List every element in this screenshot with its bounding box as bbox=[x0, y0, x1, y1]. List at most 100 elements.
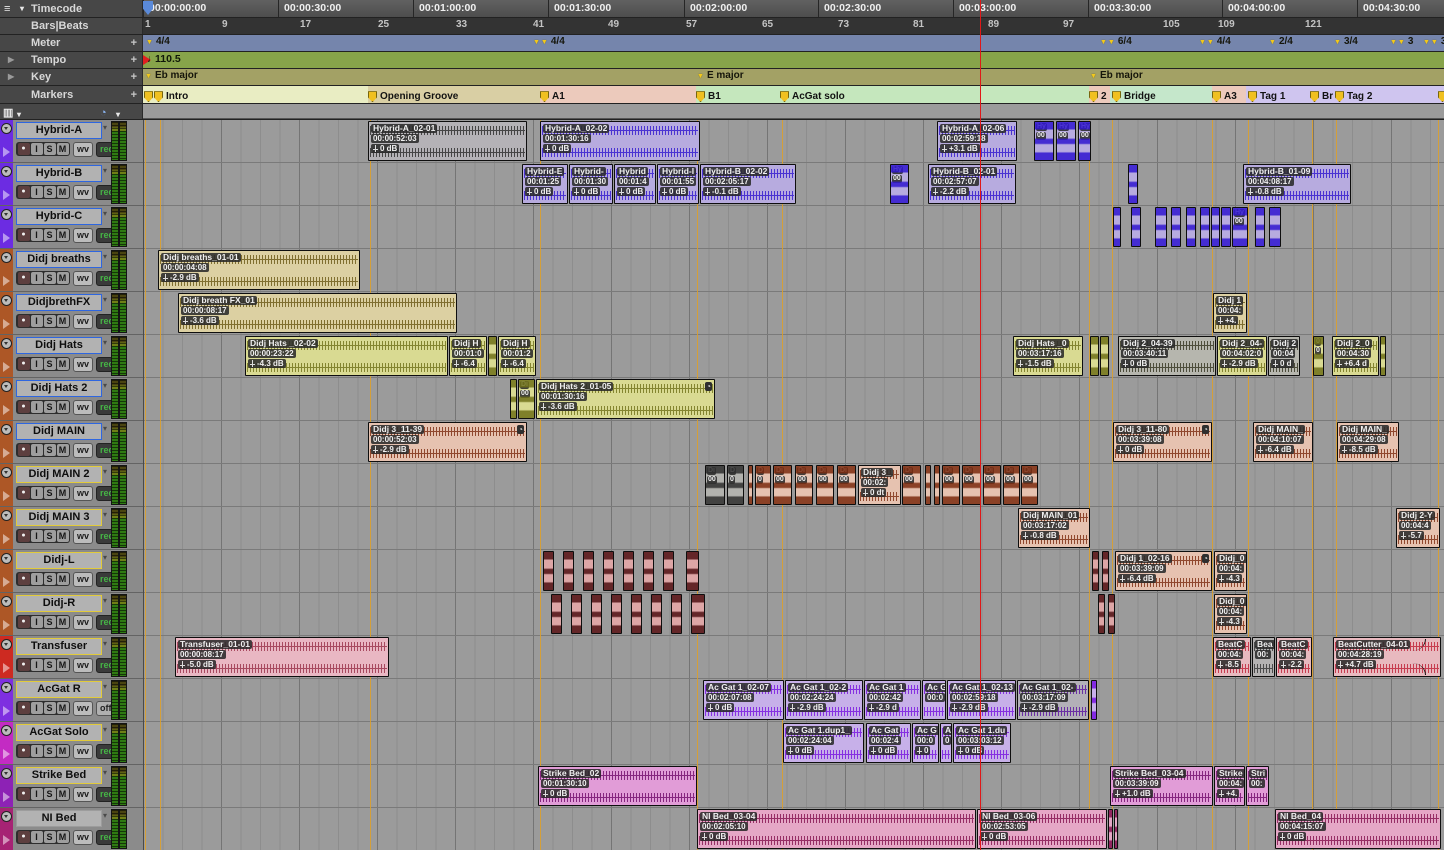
track-menu-icon[interactable]: ▾ bbox=[103, 811, 107, 820]
track-play-icon[interactable] bbox=[3, 405, 10, 415]
track-name-button[interactable]: AcGat R bbox=[16, 681, 102, 698]
meter-event[interactable]: ▼▼3 bbox=[1390, 36, 1413, 47]
audio-clip[interactable]: BeatC00:04:-2.2 bbox=[1276, 637, 1312, 677]
audio-clip[interactable]: Hybrid-B_02-0100:02:57:07-2.2 dB bbox=[928, 164, 1016, 204]
track-name-button[interactable]: Didj-R bbox=[16, 595, 102, 612]
track-menu-icon[interactable]: ▾ bbox=[103, 467, 107, 476]
audio-clip[interactable]: Didj 200:040 d bbox=[1268, 336, 1300, 376]
solo-button[interactable]: S bbox=[44, 702, 56, 714]
marker-tag-icon[interactable] bbox=[144, 91, 153, 102]
track-menu-icon[interactable]: ▾ bbox=[103, 338, 107, 347]
mute-button[interactable]: M bbox=[57, 315, 69, 327]
playhead-cursor[interactable] bbox=[980, 0, 981, 850]
input-monitor-button[interactable]: I bbox=[31, 487, 43, 499]
key-event[interactable]: ▼Eb major bbox=[1090, 70, 1143, 81]
track-menu-icon[interactable]: ▾ bbox=[103, 209, 107, 218]
audio-clip[interactable]: Ac Gat 1_02-200:02:24:24-2.9 dB bbox=[785, 680, 863, 720]
track-play-icon[interactable] bbox=[3, 835, 10, 845]
audio-clip-mini[interactable]: Di00 bbox=[1021, 465, 1038, 505]
waveform-view-button[interactable]: wv bbox=[73, 142, 93, 157]
audio-clip[interactable]: Didj breath FX_0100:00:08:17-3.6 dB bbox=[178, 293, 457, 333]
track-play-icon[interactable] bbox=[3, 362, 10, 372]
input-monitor-button[interactable]: I bbox=[31, 788, 43, 800]
track-menu-icon[interactable]: ▾ bbox=[103, 553, 107, 562]
audio-clip-mini[interactable] bbox=[611, 594, 622, 634]
meter-event[interactable]: ▼▼4/4 bbox=[1199, 36, 1231, 47]
input-monitor-button[interactable]: I bbox=[31, 186, 43, 198]
solo-button[interactable]: S bbox=[44, 659, 56, 671]
track-name-button[interactable]: Didj MAIN 2 bbox=[16, 466, 102, 483]
track-play-icon[interactable] bbox=[3, 233, 10, 243]
audio-clip-mini[interactable]: Hy00 bbox=[1034, 121, 1054, 161]
marker[interactable]: B1 bbox=[696, 88, 721, 103]
input-monitor-button[interactable]: I bbox=[31, 272, 43, 284]
audio-clip[interactable]: Ac Gat00:02:40 dB bbox=[866, 723, 911, 763]
track-collapse-icon[interactable] bbox=[1, 811, 12, 822]
record-enable-button[interactable]: ● bbox=[18, 702, 30, 714]
track-menu-icon[interactable]: ▾ bbox=[103, 510, 107, 519]
audio-clip-mini[interactable] bbox=[1171, 207, 1181, 247]
audio-clip[interactable]: Ac Gat 1.dup1_00:02:24:040 dB bbox=[783, 723, 864, 763]
audio-clip-mini[interactable] bbox=[686, 551, 699, 591]
audio-clip[interactable]: Hybrid00:01:40 dB bbox=[614, 164, 656, 204]
track-play-icon[interactable] bbox=[3, 448, 10, 458]
track-name-button[interactable]: Hybrid-C bbox=[16, 208, 102, 225]
audio-clip-mini[interactable] bbox=[643, 551, 654, 591]
audio-clip[interactable]: Didj_000:04:-4.3 bbox=[1214, 594, 1247, 634]
marker[interactable]: Tag 1 bbox=[1248, 88, 1285, 103]
audio-clip-mini[interactable] bbox=[1092, 551, 1099, 591]
track-lane[interactable]: Strike Bed_0200:01:30:100 dBStrike Bed_0… bbox=[143, 765, 1444, 808]
solo-button[interactable]: S bbox=[44, 272, 56, 284]
track-collapse-icon[interactable] bbox=[1, 338, 12, 349]
audio-clip-mini[interactable] bbox=[691, 594, 705, 634]
audio-clip-mini[interactable] bbox=[591, 594, 602, 634]
track-collapse-icon[interactable] bbox=[1, 768, 12, 779]
audio-clip-mini[interactable]: Hy00 bbox=[1078, 121, 1091, 161]
key-expander-icon[interactable]: ▶ bbox=[8, 69, 14, 85]
audio-clip[interactable]: Ac Gat 1_02-1300:02:59:18-2.9 dB bbox=[947, 680, 1016, 720]
add-key-button[interactable]: + bbox=[131, 69, 137, 85]
input-monitor-button[interactable]: I bbox=[31, 530, 43, 542]
input-monitor-button[interactable]: I bbox=[31, 616, 43, 628]
record-enable-button[interactable]: ● bbox=[18, 788, 30, 800]
audio-clip-mini[interactable] bbox=[1186, 207, 1196, 247]
waveform-view-button[interactable]: wv bbox=[73, 658, 93, 673]
marker-tag-icon[interactable] bbox=[1335, 91, 1344, 102]
track-play-icon[interactable] bbox=[3, 792, 10, 802]
waveform-view-button[interactable]: wv bbox=[73, 228, 93, 243]
audio-clip[interactable]: Ac G00:00 bbox=[912, 723, 939, 763]
audio-clip[interactable]: Didj 2-Y00:04:4-5.7 bbox=[1396, 508, 1440, 548]
audio-clip-mini[interactable]: Di00 bbox=[983, 465, 1001, 505]
audio-clip-mini[interactable] bbox=[1200, 207, 1210, 247]
audio-clip-mini[interactable] bbox=[671, 594, 682, 634]
audio-clip-mini[interactable] bbox=[663, 551, 674, 591]
audio-clip[interactable]: Didj 3_11-3900:00:52:03-2.9 dB◔ bbox=[368, 422, 527, 462]
track-lane[interactable]: Didj Hats _02-0200:00:23:22-4.3 dBDidj H… bbox=[143, 335, 1444, 378]
waveform-view-button[interactable]: wv bbox=[73, 529, 93, 544]
audio-clip-mini[interactable] bbox=[1380, 336, 1386, 376]
audio-clip-mini[interactable] bbox=[1113, 207, 1121, 247]
marker[interactable]: Tag 2 bbox=[1335, 88, 1372, 103]
track-lane[interactable]: Hybrid-E00:01:250 dBHybrid-00:01:300 dBH… bbox=[143, 163, 1444, 206]
audio-clip[interactable]: Didj 3_11-8000:03:39:080 dB◔ bbox=[1113, 422, 1212, 462]
audio-clip[interactable]: Hybrid-00:01:300 dB bbox=[569, 164, 613, 204]
audio-clip-mini[interactable] bbox=[1211, 207, 1220, 247]
track-list-view-icon[interactable]: ▥ bbox=[3, 105, 13, 121]
waveform-view-button[interactable]: wv bbox=[73, 787, 93, 802]
audio-clip[interactable]: Didj Hats 2_01-0500:01:30:16-3.6 dB◔ bbox=[536, 379, 715, 419]
audio-clip[interactable]: Didj H00:01:0-6.4 bbox=[449, 336, 487, 376]
track-menu-icon[interactable]: ▾ bbox=[103, 768, 107, 777]
solo-button[interactable]: S bbox=[44, 487, 56, 499]
audio-clip-mini[interactable]: D0 bbox=[755, 465, 771, 505]
track-collapse-icon[interactable] bbox=[1, 467, 12, 478]
waveform-view-button[interactable]: wv bbox=[73, 185, 93, 200]
track-name-button[interactable]: Didj-L bbox=[16, 552, 102, 569]
audio-clip-mini[interactable]: Hy00 bbox=[1232, 207, 1248, 247]
audio-clip-mini[interactable] bbox=[1091, 680, 1097, 720]
marker-tag-icon[interactable] bbox=[154, 91, 163, 102]
track-collapse-icon[interactable] bbox=[1, 725, 12, 736]
mute-button[interactable]: M bbox=[57, 358, 69, 370]
audio-clip-mini[interactable] bbox=[1255, 207, 1265, 247]
track-play-icon[interactable] bbox=[3, 663, 10, 673]
audio-clip[interactable]: Didj 2_04-00:04:02:0-2.9 dB bbox=[1217, 336, 1267, 376]
